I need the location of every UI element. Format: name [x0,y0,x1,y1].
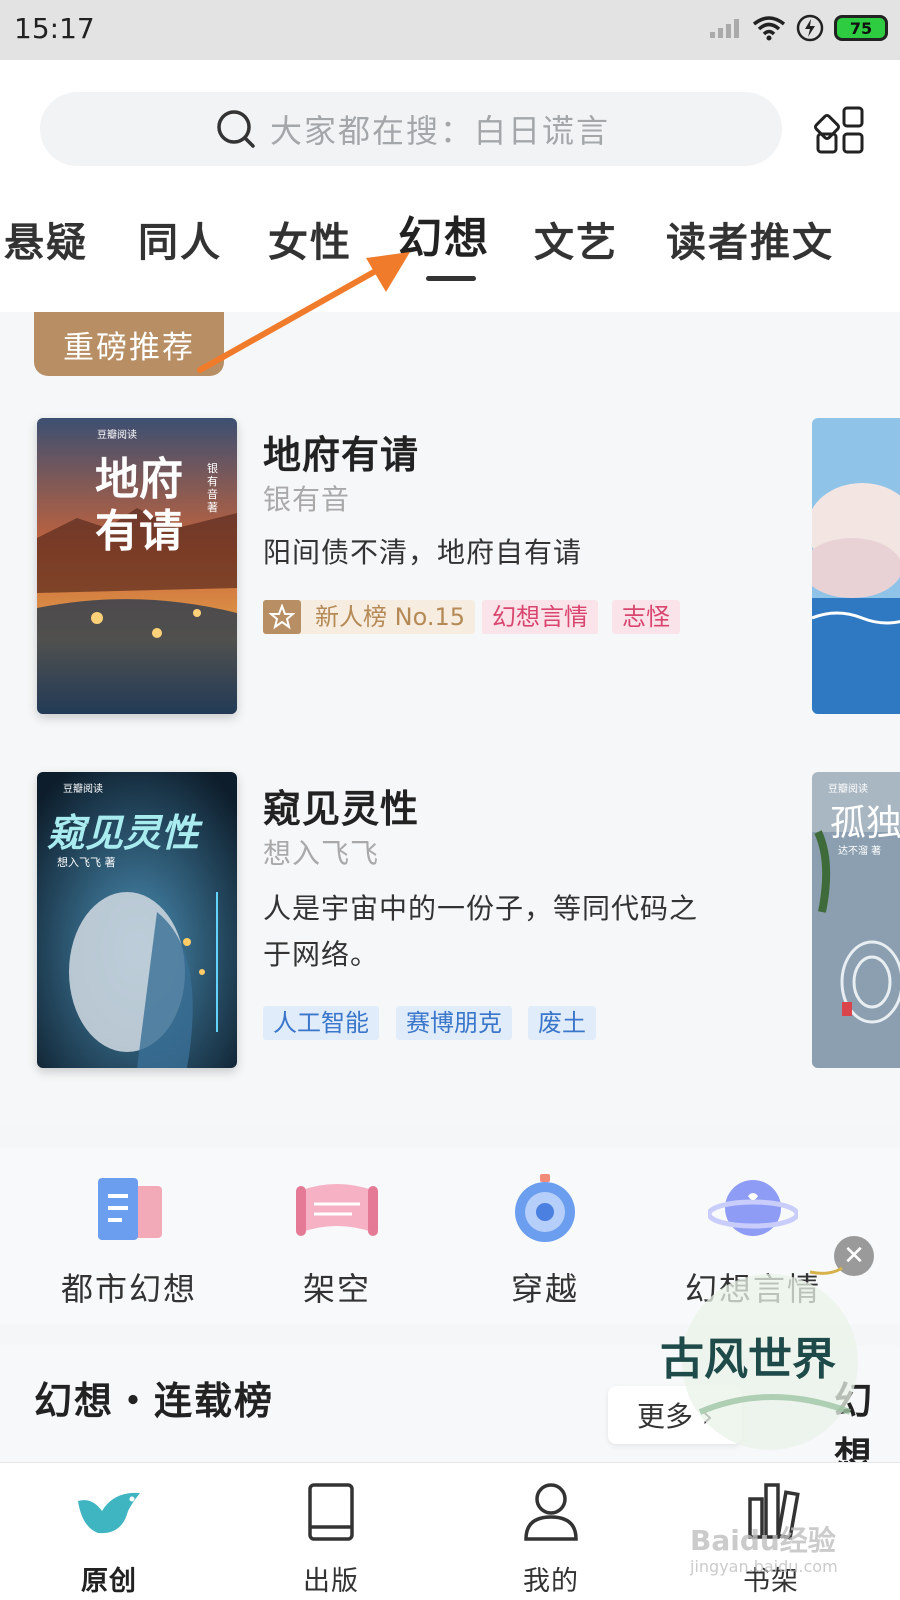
annotation-arrow [197,252,410,373]
book-description: 于网络。 [263,938,380,971]
planet-icon [706,1180,800,1236]
category-time-travel[interactable]: 穿越 [470,1174,620,1310]
nav-mine[interactable]: 我的 [486,1477,616,1598]
search-icon [217,110,255,148]
cover-author: 想入飞飞 著 [57,856,116,869]
featured-section: 重磅推荐 豆瓣阅读 地府有请 银有音 著 地府有请 银有音 阳间债不清，地府自有… [0,312,900,1124]
book-icon [98,1178,162,1240]
rank-tag[interactable]: 新人榜 No.15 [263,600,476,634]
cover-author: 银有音 著 [207,462,218,514]
genre-tag[interactable]: 废土 [528,1006,596,1040]
cover-brand: 豆瓣阅读 [97,430,137,441]
genre-tag[interactable]: 幻想言情 [482,600,598,634]
book-cover[interactable]: 豆瓣阅读 窥见灵性 想入飞飞 著 [37,772,237,1068]
nav-label: 出版 [303,1566,359,1597]
category-alternate-history[interactable]: 架空 [262,1174,412,1310]
category-label: 都市幻想 [60,1270,197,1308]
charging-icon [796,14,824,42]
category-tabs: 悬疑 同人 女性 幻想 文艺 读者推文 [0,200,900,280]
cover-art [812,418,900,714]
book-title[interactable]: 地府有请 [263,424,419,479]
tab-suspense[interactable]: 悬疑 [4,210,88,268]
genre-tag[interactable]: 赛博朋克 [396,1006,512,1040]
tab-literary[interactable]: 文艺 [534,210,618,268]
book-icon [308,1483,354,1541]
stopwatch-icon [515,1174,575,1242]
cover-brand: 豆瓣阅读 [828,784,868,795]
wifi-icon [752,16,786,41]
scroll-icon [296,1184,378,1236]
bottom-navigation: 原创 出版 我的 书架 Baidu经验 jingyan.baidu.com [0,1462,900,1600]
nav-label: 原创 [81,1566,137,1597]
search-placeholder: 大家都在搜：白日谎言 [270,112,611,150]
nav-original[interactable]: 原创 [44,1477,174,1598]
book-cover[interactable]: 豆瓣阅读 地府有请 银有音 著 [37,418,237,714]
signal-icon [710,19,739,38]
book-cover-peek[interactable] [812,418,900,714]
bird-icon [78,1492,140,1534]
ranking-title: 幻想・连载榜 [34,1379,275,1423]
cover-title: 孤独 [830,803,900,844]
book-description: 人是宇宙中的一份子，等同代码之 [263,892,699,925]
search-bar[interactable]: 大家都在搜：白日谎言 [40,92,782,166]
person-icon [524,1483,578,1541]
baidu-watermark: Baidu经验 [690,1524,836,1557]
watermark-logo: 古风世界 [660,1262,890,1462]
cover-author: 达不溜 著 [838,846,882,857]
status-icons: 75 [708,14,888,42]
header: 大家都在搜：白日谎言 悬疑 同人 女性 幻想 文艺 读者推文 [0,60,900,312]
cover-title: 地府有请 [95,454,183,557]
star-icon [263,600,301,634]
active-tab-indicator [426,276,476,281]
book-author: 银有音 [263,483,351,516]
cover-title: 窥见灵性 [47,811,200,855]
status-time: 15:17 [14,12,95,45]
rank-tag-label: 新人榜 No.15 [315,603,466,631]
book-author: 想入飞飞 [263,837,380,870]
book-cover-peek[interactable]: 豆瓣阅读 孤独 达不溜 著 [812,772,900,1068]
status-bar: 15:17 75 [0,0,900,60]
genre-tag[interactable]: 志怪 [612,600,680,634]
battery-indicator: 75 [834,15,888,41]
category-grid-icon[interactable] [814,104,866,156]
genre-tag[interactable]: 人工智能 [263,1006,379,1040]
category-urban-fantasy[interactable]: 都市幻想 [54,1174,204,1310]
category-label: 架空 [302,1270,371,1308]
watermark-text: 古风世界 [660,1334,836,1385]
book-title[interactable]: 窥见灵性 [263,778,419,833]
baidu-watermark-url: jingyan.baidu.com [690,1557,838,1576]
tab-reader-recommend[interactable]: 读者推文 [666,210,834,268]
cover-brand: 豆瓣阅读 [63,784,103,795]
nav-publish[interactable]: 出版 [266,1477,396,1598]
book-description: 阳间债不清，地府自有请 [263,536,583,569]
nav-label: 我的 [523,1566,579,1597]
category-label: 穿越 [510,1270,579,1308]
